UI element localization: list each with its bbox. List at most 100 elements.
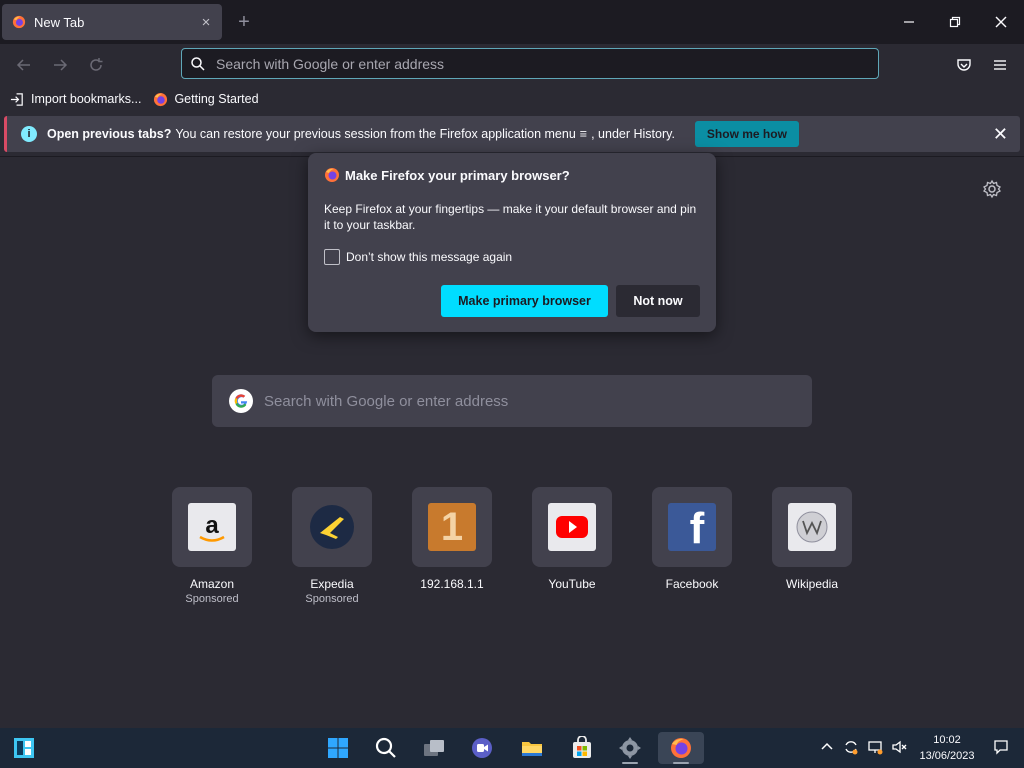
clock-date: 13/06/2023 [919,750,975,762]
close-window-button[interactable] [978,0,1024,44]
firefox-icon [671,738,691,758]
firefox-icon [154,92,168,106]
clock-time: 10:02 [933,734,961,746]
gear-icon [619,737,641,759]
bookmark-getting-started[interactable]: Getting Started [153,92,259,107]
restore-button[interactable] [932,0,978,44]
tile-wikipedia[interactable]: Wikipedia [772,487,852,591]
task-view-button[interactable] [418,732,450,764]
search-icon [375,737,396,758]
tile-sponsored: Sponsored [305,593,359,605]
dont-show-checkbox-row[interactable]: Don’t show this message again [324,249,700,265]
address-input[interactable] [216,55,856,72]
file-explorer-button[interactable] [516,732,548,764]
hamburger-menu-icon: ≡ [579,127,588,141]
task-view-icon [424,740,444,756]
network-tray-button[interactable] [866,738,884,756]
dont-show-checkbox[interactable] [324,249,340,265]
pocket-button[interactable] [951,52,977,78]
letter-tile-icon: 1 [428,503,476,551]
firefox-icon [12,15,26,29]
bookmark-label: Import bookmarks... [31,92,142,106]
widgets-icon [14,738,34,758]
tile-youtube[interactable]: YouTube [532,487,612,591]
notification-title: Open previous tabs? [47,127,172,141]
bookmark-import[interactable]: Import bookmarks... [10,92,141,107]
back-button[interactable] [11,52,37,78]
tile-label: 192.168.1.1 [420,577,484,591]
reload-button[interactable] [83,52,109,78]
make-primary-browser-button[interactable]: Make primary browser [441,285,608,317]
store-button[interactable] [566,732,598,764]
new-tab-button[interactable]: + [232,10,256,34]
notifications-button[interactable] [992,738,1010,756]
info-icon: i [21,126,37,142]
navigation-toolbar [0,44,1024,86]
restore-icon [949,16,961,28]
tile-label: Expedia [310,577,354,591]
bookmark-label: Getting Started [174,92,259,106]
tile-sponsored: Sponsored [185,593,239,605]
svg-text:a: a [205,512,219,539]
tile-label: Amazon [189,577,235,591]
sync-tray-button[interactable] [842,738,860,756]
search-icon [191,56,205,71]
gear-icon[interactable] [982,179,1002,199]
notification-message-end: , under History. [591,127,675,141]
not-now-button[interactable]: Not now [616,285,700,317]
expedia-icon [308,503,356,551]
search-placeholder: Search with Google or enter address [264,392,509,410]
network-icon [868,741,883,755]
tile-expedia[interactable]: Expedia Sponsored [292,487,372,605]
new-tab-page: Make Firefox your primary browser? Keep … [0,153,1024,728]
tile-label: Wikipedia [785,577,839,591]
default-browser-popup: Make Firefox your primary browser? Keep … [308,153,716,332]
reload-icon [90,58,103,71]
pocket-icon [957,59,971,71]
show-me-how-button[interactable]: Show me how [694,121,799,147]
notification-message: You can restore your previous session fr… [175,127,576,141]
app-menu-button[interactable] [987,52,1013,78]
import-icon [10,92,23,106]
tile-amazon[interactable]: a Amazon Sponsored [172,487,252,605]
close-icon [995,16,1007,28]
tile-label: YouTube [548,577,596,591]
firefox-taskbar-button[interactable] [658,732,704,764]
tile-facebook[interactable]: f Facebook [652,487,732,591]
forward-button[interactable] [47,52,73,78]
store-icon [573,736,591,758]
close-icon[interactable]: ✕ [993,124,1008,145]
notification-icon [994,740,1008,755]
search-taskbar-button[interactable] [370,732,402,764]
checkbox-label: Don’t show this message again [346,250,513,264]
tab-strip: New Tab × + [0,0,1024,44]
tab-new-tab[interactable]: New Tab × [2,4,222,40]
amazon-icon: a [188,503,236,551]
google-icon [229,389,253,413]
popup-title: Make Firefox your primary browser? [345,167,570,183]
show-hidden-icons-button[interactable] [818,738,836,756]
chevron-up-icon [821,742,833,750]
settings-button[interactable] [614,732,646,764]
taskbar-clock[interactable]: 10:02 13/06/2023 [912,732,982,764]
chat-button[interactable] [466,732,498,764]
address-bar[interactable] [181,48,879,79]
widgets-button[interactable] [8,732,40,764]
start-button[interactable] [322,732,354,764]
taskbar: 10:02 13/06/2023 [0,728,1024,768]
page-search-box[interactable]: Search with Google or enter address [212,375,812,427]
volume-muted-icon [892,740,907,754]
minimize-button[interactable] [886,0,932,44]
wikipedia-icon [788,503,836,551]
tab-close-icon[interactable]: × [194,10,218,34]
minimize-icon [904,21,914,23]
tile-192-168-1-1[interactable]: 1 192.168.1.1 [412,487,492,591]
running-indicator [622,762,638,764]
tile-letter: 1 [440,504,464,549]
youtube-icon [548,503,596,551]
arrow-left-icon [16,59,30,71]
facebook-icon: f [668,503,716,551]
volume-tray-button[interactable] [890,738,908,756]
tile-letter: f [689,504,705,551]
bookmarks-toolbar: Import bookmarks... Getting Started [0,86,1024,112]
